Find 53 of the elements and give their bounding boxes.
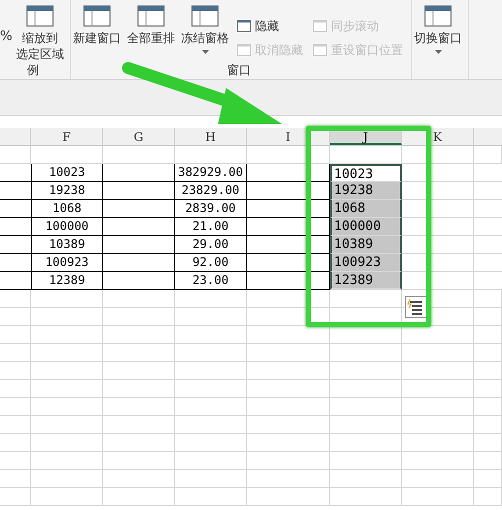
window-icon — [313, 44, 327, 56]
table-cell[interactable]: 10023 — [330, 164, 402, 182]
window-icon — [313, 20, 327, 32]
table-cell[interactable]: 10389 — [330, 236, 402, 254]
group-label: 窗口 — [226, 62, 252, 78]
table-cell[interactable]: 12389 — [330, 272, 402, 290]
column-header[interactable]: H — [175, 128, 247, 145]
window-icon — [237, 20, 251, 32]
empty-cell — [103, 218, 175, 236]
table-cell: 23829.00 — [175, 182, 247, 200]
empty-cell — [103, 272, 175, 290]
group-label: 例 — [26, 62, 40, 78]
table-cell: 10389 — [31, 236, 103, 254]
table-cell: 10023 — [31, 164, 103, 182]
ribbon-button[interactable]: 全部重排 — [125, 0, 177, 62]
caret-icon — [434, 50, 442, 54]
empty-cell — [103, 164, 175, 182]
table-cell: 21.00 — [175, 218, 247, 236]
window-icon — [136, 4, 166, 28]
table-cell[interactable]: 100923 — [330, 254, 402, 272]
table-cell: 29.00 — [175, 236, 247, 254]
table-cell: 382929.00 — [175, 164, 247, 182]
table-cell[interactable]: 19238 — [330, 182, 402, 200]
ribbon-button[interactable]: 新建窗口 — [71, 0, 123, 62]
flash-fill-icon[interactable] — [405, 296, 427, 318]
caret-icon — [202, 50, 208, 54]
window-icon — [423, 4, 453, 28]
table-cell: 2839.00 — [175, 200, 247, 218]
zoom-percent-label: % — [0, 28, 12, 46]
window-icon — [190, 4, 220, 28]
window-icon — [237, 44, 251, 56]
ribbon-button[interactable]: 切换窗口 — [412, 0, 464, 62]
column-header[interactable]: F — [31, 128, 103, 145]
window-icon — [25, 4, 55, 28]
empty-cell — [103, 254, 175, 272]
table-cell: 12389 — [31, 272, 103, 290]
empty-cell — [103, 200, 175, 218]
empty-cell — [103, 236, 175, 254]
table-cell: 92.00 — [175, 254, 247, 272]
table-cell: 19238 — [31, 182, 103, 200]
window-icon — [82, 4, 112, 28]
column-header[interactable]: G — [103, 128, 175, 145]
table-cell[interactable]: 1068 — [330, 200, 402, 218]
empty-cell — [103, 182, 175, 200]
table-cell[interactable]: 100000 — [330, 218, 402, 236]
table-cell: 100923 — [31, 254, 103, 272]
table-cell: 100000 — [31, 218, 103, 236]
column-header[interactable]: K — [402, 128, 474, 145]
table-cell: 23.00 — [175, 272, 247, 290]
ribbon-small-button[interactable]: 隐藏 — [237, 17, 303, 35]
ribbon-button[interactable]: 冻结窗格 — [179, 0, 231, 62]
ribbon-button[interactable]: 缩放到 选定区域 — [14, 0, 66, 62]
table-cell: 1068 — [31, 200, 103, 218]
